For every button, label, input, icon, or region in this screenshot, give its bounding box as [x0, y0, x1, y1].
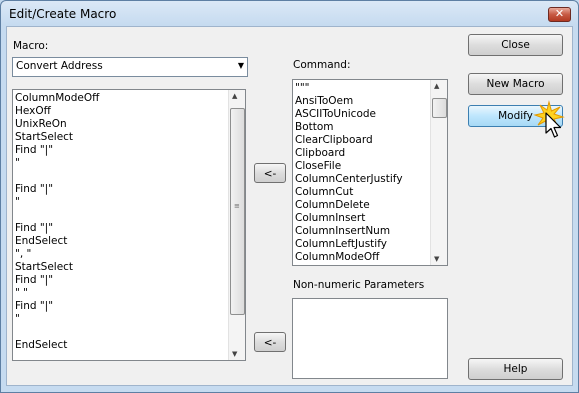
macro-line[interactable]: "	[15, 157, 99, 170]
command-label: Command:	[293, 59, 351, 71]
macro-scroll-thumb[interactable]: ≡	[230, 108, 245, 315]
command-item[interactable]: Bottom	[295, 121, 403, 134]
command-item[interactable]: """	[295, 82, 403, 95]
command-item[interactable]: ColumnCut	[295, 186, 403, 199]
macro-line[interactable]: ColumnModeOff	[15, 92, 99, 105]
macro-line[interactable]: Find "|"	[15, 183, 99, 196]
macro-line[interactable]: "	[15, 313, 99, 326]
command-item[interactable]: ColumnCenterJustify	[295, 173, 403, 186]
mouse-pointer-icon	[533, 100, 565, 138]
command-item[interactable]: ColumnModeOff	[295, 251, 403, 264]
insert-command-button[interactable]: <-	[254, 163, 286, 183]
window-title: Edit/Create Macro	[9, 7, 117, 21]
macro-label: Macro:	[13, 40, 49, 52]
command-item[interactable]: ClearClipboard	[295, 134, 403, 147]
macro-line[interactable]	[15, 326, 99, 339]
macro-line[interactable]: StartSelect	[15, 131, 99, 144]
close-button[interactable]: Close	[468, 34, 563, 56]
scroll-up-icon[interactable]: ▲	[232, 92, 237, 100]
params-textbox[interactable]	[292, 298, 448, 379]
macro-line[interactable]: EndSelect	[15, 339, 99, 352]
macro-select[interactable]: Convert Address ▼	[12, 57, 248, 77]
command-items: """ AnsiToOem ASCIIToUnicode Bottom ClearCli…	[295, 82, 403, 264]
macro-select-value: Convert Address	[16, 60, 103, 72]
macro-line[interactable]: HexOff	[15, 105, 99, 118]
macro-line[interactable]: Find "|"	[15, 222, 99, 235]
command-item[interactable]: ColumnLeftJustify	[295, 238, 403, 251]
params-label: Non-numeric Parameters	[293, 279, 425, 291]
macro-line[interactable]: StartSelect	[15, 261, 99, 274]
macro-line[interactable]	[15, 170, 99, 183]
command-item[interactable]: Clipboard	[295, 147, 403, 160]
title-bar[interactable]: Edit/Create Macro ✕	[2, 2, 577, 26]
scroll-down-icon[interactable]: ▼	[232, 350, 237, 358]
macro-lines: ColumnModeOff HexOff UnixReOn StartSelect Fi…	[15, 92, 99, 352]
help-button[interactable]: Help	[468, 358, 563, 380]
macro-line[interactable]: UnixReOn	[15, 118, 99, 131]
command-item[interactable]: ASCIIToUnicode	[295, 108, 403, 121]
command-item[interactable]: CloseFile	[295, 160, 403, 173]
macro-line[interactable]: "	[15, 196, 99, 209]
macro-line[interactable]: Find "|"	[15, 274, 99, 287]
command-list[interactable]: """ AnsiToOem ASCIIToUnicode Bottom ClearCli…	[292, 79, 448, 266]
macro-line[interactable]: Find "|"	[15, 300, 99, 313]
scroll-up-icon[interactable]: ▲	[434, 82, 439, 90]
macro-line[interactable]: EndSelect	[15, 235, 99, 248]
close-window-button[interactable]: ✕	[548, 7, 571, 22]
macro-line[interactable]: ", "	[15, 248, 99, 261]
macro-line[interactable]	[15, 209, 99, 222]
command-item[interactable]: ColumnInsertNum	[295, 225, 403, 238]
scroll-down-icon[interactable]: ▼	[434, 255, 439, 263]
command-scroll-thumb[interactable]	[432, 98, 447, 118]
chevron-down-icon: ▼	[237, 61, 244, 70]
macro-text-area[interactable]: ColumnModeOff HexOff UnixReOn StartSelect Fi…	[12, 89, 246, 361]
macro-line[interactable]: Find "|"	[15, 144, 99, 157]
command-item[interactable]: ColumnInsert	[295, 212, 403, 225]
command-item[interactable]: AnsiToOem	[295, 95, 403, 108]
command-item[interactable]: ColumnDelete	[295, 199, 403, 212]
command-scrollbar[interactable]: ▲ ▼	[430, 80, 447, 265]
macro-scrollbar[interactable]: ▲ ≡ ▼	[228, 90, 245, 360]
new-macro-button[interactable]: New Macro	[468, 73, 563, 95]
insert-param-button[interactable]: <-	[254, 332, 286, 352]
close-icon: ✕	[554, 7, 565, 20]
grip-icon: ≡	[234, 202, 240, 210]
macro-line[interactable]: " "	[15, 287, 99, 300]
